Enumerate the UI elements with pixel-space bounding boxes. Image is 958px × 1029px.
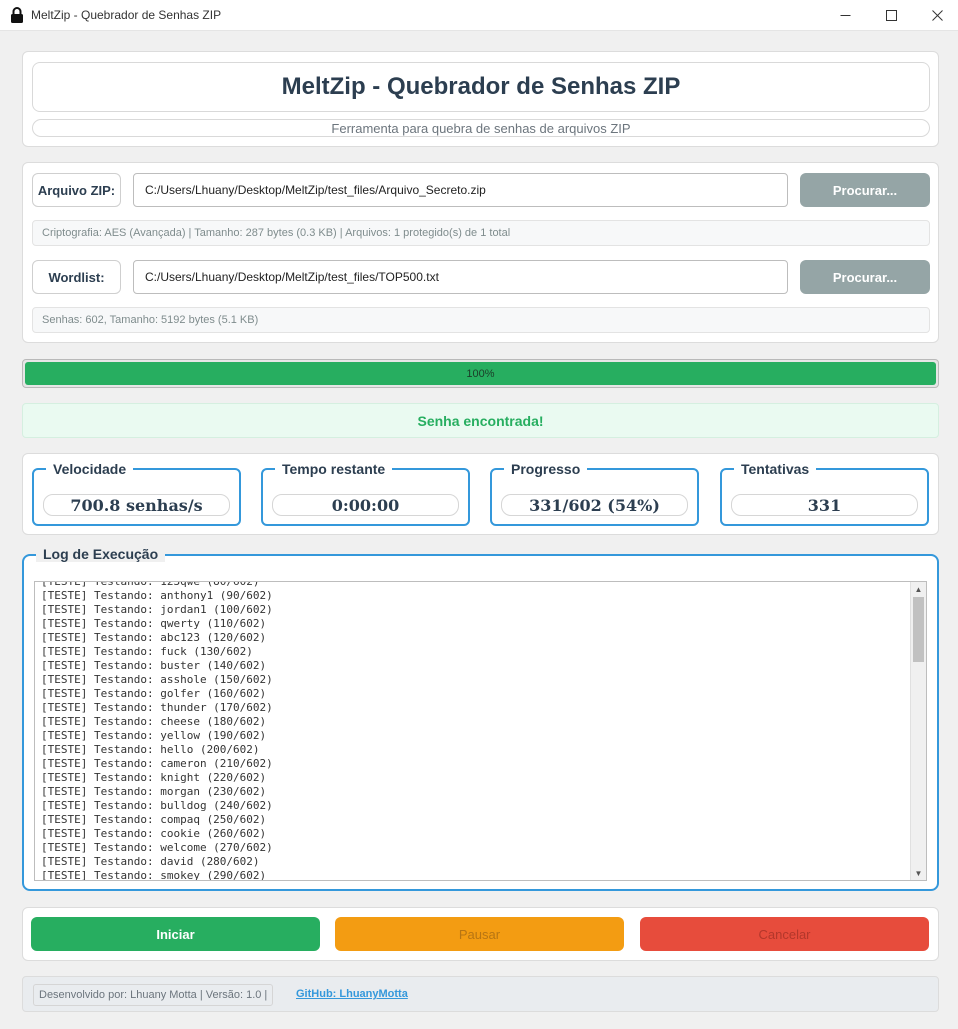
page-title: MeltZip - Quebrador de Senhas ZIP <box>32 62 930 112</box>
maximize-button[interactable] <box>868 0 914 31</box>
log-line: [TESTE] Testando: yellow (190/602) <box>41 729 267 742</box>
github-link[interactable]: GitHub: LhuanyMotta <box>296 988 408 1000</box>
log-line: [TESTE] Testando: compaq (250/602) <box>41 813 267 826</box>
close-button[interactable] <box>914 0 958 31</box>
window-title: MeltZip - Quebrador de Senhas ZIP <box>31 8 222 22</box>
stat-speed: Velocidade 700.8 senhas/s <box>32 461 241 526</box>
stat-progress-title: Progresso <box>504 461 588 477</box>
zip-file-label: Arquivo ZIP: <box>32 173 121 207</box>
log-line: [TESTE] Testando: thunder (170/602) <box>41 701 273 714</box>
log-line: [TESTE] Testando: fuck (130/602) <box>41 645 253 658</box>
log-line: [TESTE] Testando: knight (220/602) <box>41 771 267 784</box>
log-line: [TESTE] Testando: cameron (210/602) <box>41 757 273 770</box>
progress-label: 100% <box>466 367 495 380</box>
log-line: [TESTE] Testando: smokey (290/602) <box>41 869 267 881</box>
stat-attempts: Tentativas 331 <box>720 461 929 526</box>
stat-speed-value: 700.8 senhas/s <box>43 494 230 516</box>
log-line: [TESTE] Testando: 123qwe (80/602) <box>41 581 260 588</box>
browse-wordlist-button[interactable]: Procurar... <box>800 260 930 294</box>
stat-attempts-title: Tentativas <box>734 461 817 477</box>
log-textarea[interactable]: [TESTE] Testando: 123qwe (80/602) [TESTE]… <box>34 581 927 881</box>
status-message: Senha encontrada! <box>22 403 939 438</box>
stat-time-title: Tempo restante <box>275 461 393 477</box>
log-line: [TESTE] Testando: david (280/602) <box>41 855 260 868</box>
wordlist-label: Wordlist: <box>32 260 121 294</box>
log-line: [TESTE] Testando: cookie (260/602) <box>41 827 267 840</box>
log-line: [TESTE] Testando: buster (140/602) <box>41 659 267 672</box>
stat-speed-title: Velocidade <box>46 461 134 477</box>
stat-progress-value: 331/602 (54%) <box>501 494 688 516</box>
stat-progress: Progresso 331/602 (54%) <box>490 461 699 526</box>
zip-info: Criptografia: AES (Avançada) | Tamanho: … <box>32 220 930 246</box>
close-icon <box>931 10 943 21</box>
page-subtitle: Ferramenta para quebra de senhas de arqu… <box>32 119 930 137</box>
minimize-icon <box>840 15 850 16</box>
start-button[interactable]: Iniciar <box>31 917 320 951</box>
log-line: [TESTE] Testando: anthony1 (90/602) <box>41 589 273 602</box>
log-line: [TESTE] Testando: abc123 (120/602) <box>41 631 267 644</box>
footer: Desenvolvido por: Lhuany Motta | Versão:… <box>22 976 939 1012</box>
file-selection-panel: Arquivo ZIP: C:/Users/Lhuany/Desktop/Mel… <box>22 162 939 343</box>
log-line: [TESTE] Testando: morgan (230/602) <box>41 785 267 798</box>
scroll-thumb[interactable] <box>913 597 924 662</box>
zip-path-input[interactable]: C:/Users/Lhuany/Desktop/MeltZip/test_fil… <box>133 173 788 207</box>
browse-zip-button[interactable]: Procurar... <box>800 173 930 207</box>
actions-panel: Iniciar Pausar Cancelar <box>22 907 939 961</box>
stats-panel: Velocidade 700.8 senhas/s Tempo restante… <box>22 453 939 535</box>
cancel-button[interactable]: Cancelar <box>640 917 929 951</box>
log-line: [TESTE] Testando: qwerty (110/602) <box>41 617 267 630</box>
log-title: Log de Execução <box>36 546 166 562</box>
footer-developer-info: Desenvolvido por: Lhuany Motta | Versão:… <box>33 984 274 1006</box>
log-panel: Log de Execução [TESTE] Testando: 123qwe… <box>22 546 939 891</box>
log-line: [TESTE] Testando: asshole (150/602) <box>41 673 273 686</box>
stat-time-value: 0:00:00 <box>272 494 459 516</box>
stat-time-remaining: Tempo restante 0:00:00 <box>261 461 470 526</box>
window-titlebar: MeltZip - Quebrador de Senhas ZIP <box>0 0 958 31</box>
log-scrollbar[interactable]: ▲ ▼ <box>910 582 926 880</box>
minimize-button[interactable] <box>822 0 868 31</box>
log-line: [TESTE] Testando: cheese (180/602) <box>41 715 267 728</box>
log-line: [TESTE] Testando: jordan1 (100/602) <box>41 603 273 616</box>
wordlist-path-input[interactable]: C:/Users/Lhuany/Desktop/MeltZip/test_fil… <box>133 260 788 294</box>
log-line: [TESTE] Testando: bulldog (240/602) <box>41 799 273 812</box>
log-line: [TESTE] Testando: welcome (270/602) <box>41 841 273 854</box>
log-line: [TESTE] Testando: golfer (160/602) <box>41 687 267 700</box>
wordlist-info: Senhas: 602, Tamanho: 5192 bytes (5.1 KB… <box>32 307 930 333</box>
maximize-icon <box>885 10 897 21</box>
log-lines: [TESTE] Testando: 123qwe (80/602) [TESTE]… <box>41 581 273 881</box>
scroll-down-arrow-icon[interactable]: ▼ <box>911 866 926 880</box>
log-line: [TESTE] Testando: hello (200/602) <box>41 743 260 756</box>
lock-icon <box>11 7 23 23</box>
header-panel: MeltZip - Quebrador de Senhas ZIP Ferram… <box>22 51 939 147</box>
scroll-up-arrow-icon[interactable]: ▲ <box>911 582 926 596</box>
stat-attempts-value: 331 <box>731 494 918 516</box>
pause-button[interactable]: Pausar <box>335 917 624 951</box>
progress-bar: 100% <box>22 359 939 388</box>
